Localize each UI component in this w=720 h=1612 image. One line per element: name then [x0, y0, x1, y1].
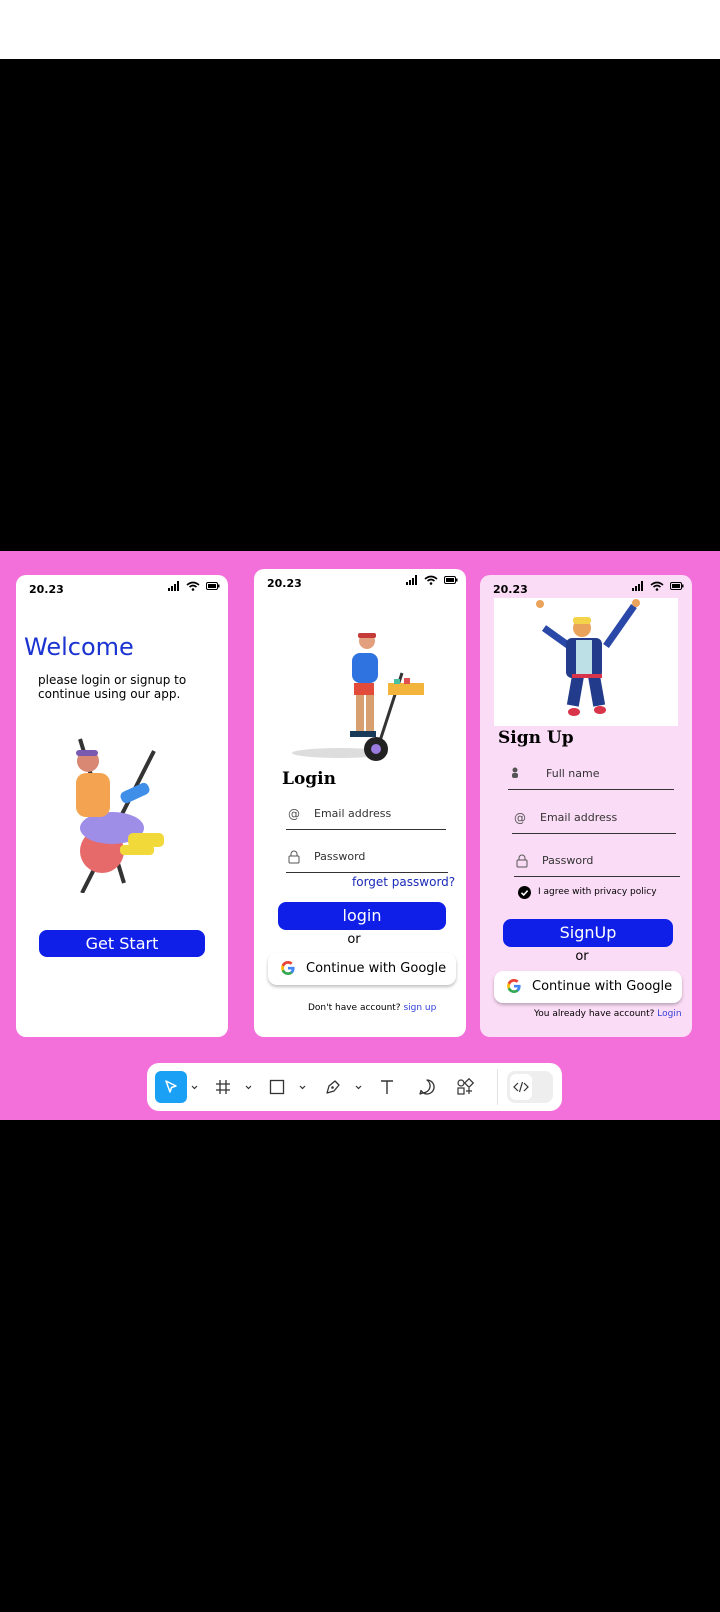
- password-field[interactable]: Password: [514, 848, 680, 877]
- status-bar: 20.23: [16, 575, 228, 605]
- login-button[interactable]: login: [278, 902, 446, 930]
- email-placeholder: Email address: [314, 807, 392, 820]
- jumping-person-illustration: [494, 598, 678, 726]
- at-icon: @: [288, 807, 300, 821]
- design-canvas[interactable]: 20.23 Welcome please login or signup to …: [0, 551, 720, 1120]
- components-icon: [457, 1078, 474, 1095]
- text-icon: [381, 1080, 393, 1094]
- rectangle-icon: [269, 1079, 285, 1095]
- battery-icon: [444, 576, 458, 584]
- login-prompt: You already have account? Login: [534, 1009, 682, 1019]
- wifi-icon: [650, 581, 664, 591]
- frame-tool-dropdown[interactable]: [243, 1071, 253, 1103]
- skateboarder-illustration: [76, 738, 164, 893]
- signal-icon: [632, 581, 643, 591]
- password-field[interactable]: Password: [286, 844, 448, 873]
- welcome-subtitle: please login or signup to continue using…: [38, 673, 187, 701]
- lock-icon: [516, 854, 528, 868]
- chevron-down-icon: [355, 1085, 361, 1089]
- signal-icon: [406, 575, 417, 585]
- forget-password-link[interactable]: forget password?: [352, 875, 455, 889]
- google-button-label: Continue with Google: [532, 979, 673, 994]
- scooter-rider-illustration: [292, 633, 424, 761]
- password-placeholder: Password: [314, 850, 366, 863]
- status-time: 20.23: [493, 583, 528, 596]
- comment-tool[interactable]: [415, 1071, 439, 1103]
- login-screen: 20.23 Login @ Email address Password for…: [254, 569, 466, 1037]
- email-placeholder: Email address: [540, 811, 618, 824]
- wifi-icon: [424, 575, 438, 585]
- move-icon: [165, 1080, 177, 1093]
- wifi-icon: [186, 581, 200, 591]
- status-time: 20.23: [29, 583, 64, 596]
- or-separator: or: [575, 949, 589, 964]
- login-link[interactable]: Login: [657, 1009, 681, 1019]
- dev-mode-icon: [513, 1081, 529, 1093]
- pen-tool[interactable]: [321, 1071, 345, 1103]
- frame-tool[interactable]: [211, 1071, 235, 1103]
- google-icon: [507, 979, 521, 993]
- dev-mode-knob: [510, 1074, 532, 1100]
- comment-icon: [419, 1079, 435, 1095]
- privacy-agreement-label: I agree with privacy policy: [538, 887, 657, 897]
- google-icon: [281, 961, 295, 975]
- full-name-placeholder: Full name: [546, 767, 600, 780]
- chevron-down-icon: [299, 1085, 305, 1089]
- chevron-down-icon: [245, 1085, 251, 1089]
- login-prompt-text: You already have account?: [534, 1009, 655, 1019]
- components-tool[interactable]: [453, 1071, 477, 1103]
- battery-icon: [206, 582, 220, 590]
- at-icon: @: [514, 811, 526, 825]
- welcome-title: Welcome: [24, 633, 134, 661]
- or-separator: or: [347, 932, 361, 947]
- check-icon[interactable]: [518, 886, 531, 899]
- google-continue-button[interactable]: Continue with Google: [268, 953, 456, 985]
- password-placeholder: Password: [542, 854, 594, 867]
- google-button-label: Continue with Google: [306, 961, 447, 976]
- signup-prompt: Don't have account? sign up: [308, 1003, 436, 1013]
- signup-prompt-text: Don't have account?: [308, 1003, 401, 1013]
- status-bar: 20.23: [254, 569, 466, 599]
- signup-button[interactable]: SignUp: [503, 919, 673, 947]
- chevron-down-icon: [191, 1085, 197, 1089]
- status-time: 20.23: [267, 577, 302, 590]
- move-tool[interactable]: [155, 1071, 187, 1103]
- pen-icon: [326, 1080, 340, 1094]
- shape-tool[interactable]: [265, 1071, 289, 1103]
- pen-tool-dropdown[interactable]: [353, 1071, 363, 1103]
- shape-tool-dropdown[interactable]: [297, 1071, 307, 1103]
- get-start-button[interactable]: Get Start: [39, 930, 205, 957]
- signup-title: Sign Up: [498, 728, 574, 748]
- move-tool-dropdown[interactable]: [189, 1071, 199, 1103]
- text-tool[interactable]: [375, 1071, 399, 1103]
- google-continue-button[interactable]: Continue with Google: [494, 971, 682, 1003]
- top-bar: [0, 0, 720, 59]
- full-name-field[interactable]: Full name: [508, 761, 674, 790]
- design-toolbar: [147, 1063, 562, 1111]
- battery-icon: [670, 582, 684, 590]
- login-title: Login: [282, 769, 336, 789]
- email-field[interactable]: @ Email address: [512, 805, 676, 834]
- frame-icon: [216, 1080, 230, 1094]
- email-field[interactable]: @ Email address: [286, 801, 446, 830]
- lock-icon: [288, 850, 300, 864]
- person-icon: [512, 767, 518, 778]
- signal-icon: [168, 581, 179, 591]
- dev-mode-toggle[interactable]: [507, 1071, 553, 1103]
- signup-screen: 20.23 Sign Up Full name @ Email address …: [480, 575, 692, 1037]
- welcome-screen: 20.23 Welcome please login or signup to …: [16, 575, 228, 1037]
- signup-link[interactable]: sign up: [403, 1003, 436, 1013]
- toolbar-divider: [497, 1069, 498, 1105]
